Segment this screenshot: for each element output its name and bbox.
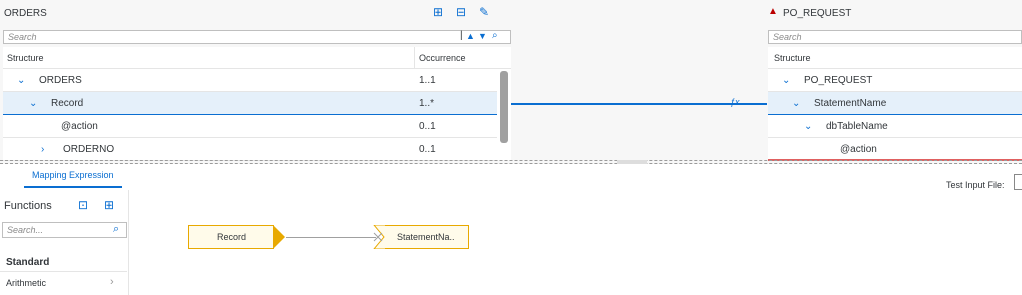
mapping-line[interactable] — [511, 103, 767, 105]
search-next-icon[interactable]: ▼ — [478, 31, 487, 41]
source-search-placeholder: Search — [8, 32, 37, 42]
functions-title: Functions — [4, 200, 52, 212]
target-row[interactable]: @action — [768, 138, 1022, 161]
target-search-input[interactable]: Search — [768, 30, 1022, 44]
search-prev-icon[interactable]: ▲ — [466, 31, 475, 41]
source-node-label: Record — [217, 232, 247, 242]
scrollbar-thumb[interactable] — [500, 71, 508, 143]
target-row[interactable]: ⌄ PO_REQUEST — [768, 69, 1022, 92]
tab-mapping-expression[interactable]: Mapping Expression — [32, 170, 114, 180]
category-item-label: Arithmetic — [6, 278, 47, 288]
cursor-bar: | — [460, 30, 463, 41]
source-row-name: Record — [51, 98, 84, 109]
target-row-name: dbTableName — [826, 121, 888, 132]
chevron-down-icon[interactable]: ⌄ — [792, 98, 800, 109]
functions-search-input[interactable]: Search... ⌕ — [2, 222, 127, 238]
target-row-name: PO_REQUEST — [804, 75, 873, 86]
target-search-placeholder: Search — [773, 32, 802, 42]
source-node-arrow — [273, 225, 285, 249]
source-row-occ: 0..1 — [419, 144, 436, 155]
target-node-label: StatementNa.. — [397, 232, 455, 242]
expand-all-icon[interactable]: ⊞ — [433, 5, 443, 19]
source-row[interactable]: › ORDERNO 0..1 — [3, 138, 497, 161]
target-node-statementname[interactable]: StatementNa.. — [385, 225, 469, 249]
tab-bar — [0, 164, 1022, 191]
source-title: ORDERS — [4, 8, 47, 19]
chevron-down-icon[interactable]: ⌄ — [17, 75, 25, 86]
search-icon[interactable]: ⌕ — [492, 30, 498, 41]
import-function-icon[interactable]: ⊡ — [78, 198, 88, 212]
target-row-selected[interactable]: ⌄ StatementName — [768, 92, 1022, 115]
source-row-name: ORDERNO — [63, 144, 115, 155]
chevron-right-icon: › — [110, 276, 114, 288]
test-input-label: Test Input File: — [946, 180, 1005, 190]
category-header: Standard — [6, 257, 50, 268]
function-fx-icon[interactable]: ƒx — [730, 97, 740, 107]
target-row-name: StatementName — [814, 98, 887, 109]
source-row-name: @action — [61, 121, 98, 132]
target-node-notch — [373, 225, 386, 249]
warning-icon: ▲ — [768, 6, 778, 17]
target-col-structure: Structure — [774, 53, 811, 63]
test-input-file-field[interactable] — [1014, 174, 1022, 190]
search-icon[interactable]: ⌕ — [113, 223, 119, 236]
source-row-occ: 1..* — [419, 98, 435, 109]
add-function-icon[interactable]: ⊞ — [104, 198, 114, 212]
source-search-input[interactable]: Search | ▲ ▼ ⌕ — [3, 30, 511, 44]
category-item-arithmetic[interactable]: Arithmetic › — [0, 272, 127, 294]
target-table-header: Structure — [768, 47, 1022, 69]
source-row[interactable]: @action 0..1 — [3, 115, 497, 138]
target-row[interactable]: ⌄ dbTableName — [768, 115, 1022, 138]
canvas-connector-line[interactable] — [286, 237, 376, 238]
edit-icon[interactable]: ✎ — [479, 5, 489, 19]
chevron-down-icon[interactable]: ⌄ — [804, 121, 812, 132]
source-table-header: Structure Occurrence — [3, 47, 511, 69]
source-node-record[interactable]: Record — [188, 225, 274, 249]
source-col-structure: Structure — [7, 53, 44, 63]
source-row-occ: 0..1 — [419, 121, 436, 132]
chevron-down-icon[interactable]: ⌄ — [29, 98, 37, 109]
source-row-name: ORDERS — [39, 75, 82, 86]
source-row[interactable]: ⌄ ORDERS 1..1 — [3, 69, 497, 92]
collapse-all-icon[interactable]: ⊟ — [456, 5, 466, 19]
functions-search-placeholder: Search... — [7, 225, 44, 235]
chevron-down-icon[interactable]: ⌄ — [782, 75, 790, 86]
target-row-name: @action — [840, 144, 877, 155]
source-row-occ: 1..1 — [419, 75, 436, 86]
source-col-occurrence: Occurrence — [419, 53, 466, 63]
tab-active-indicator — [24, 186, 122, 188]
chevron-right-icon[interactable]: › — [41, 144, 44, 155]
source-scrollbar[interactable] — [497, 69, 511, 160]
source-row-selected[interactable]: ⌄ Record 1..* — [3, 92, 497, 115]
target-title: PO_REQUEST — [783, 8, 852, 19]
